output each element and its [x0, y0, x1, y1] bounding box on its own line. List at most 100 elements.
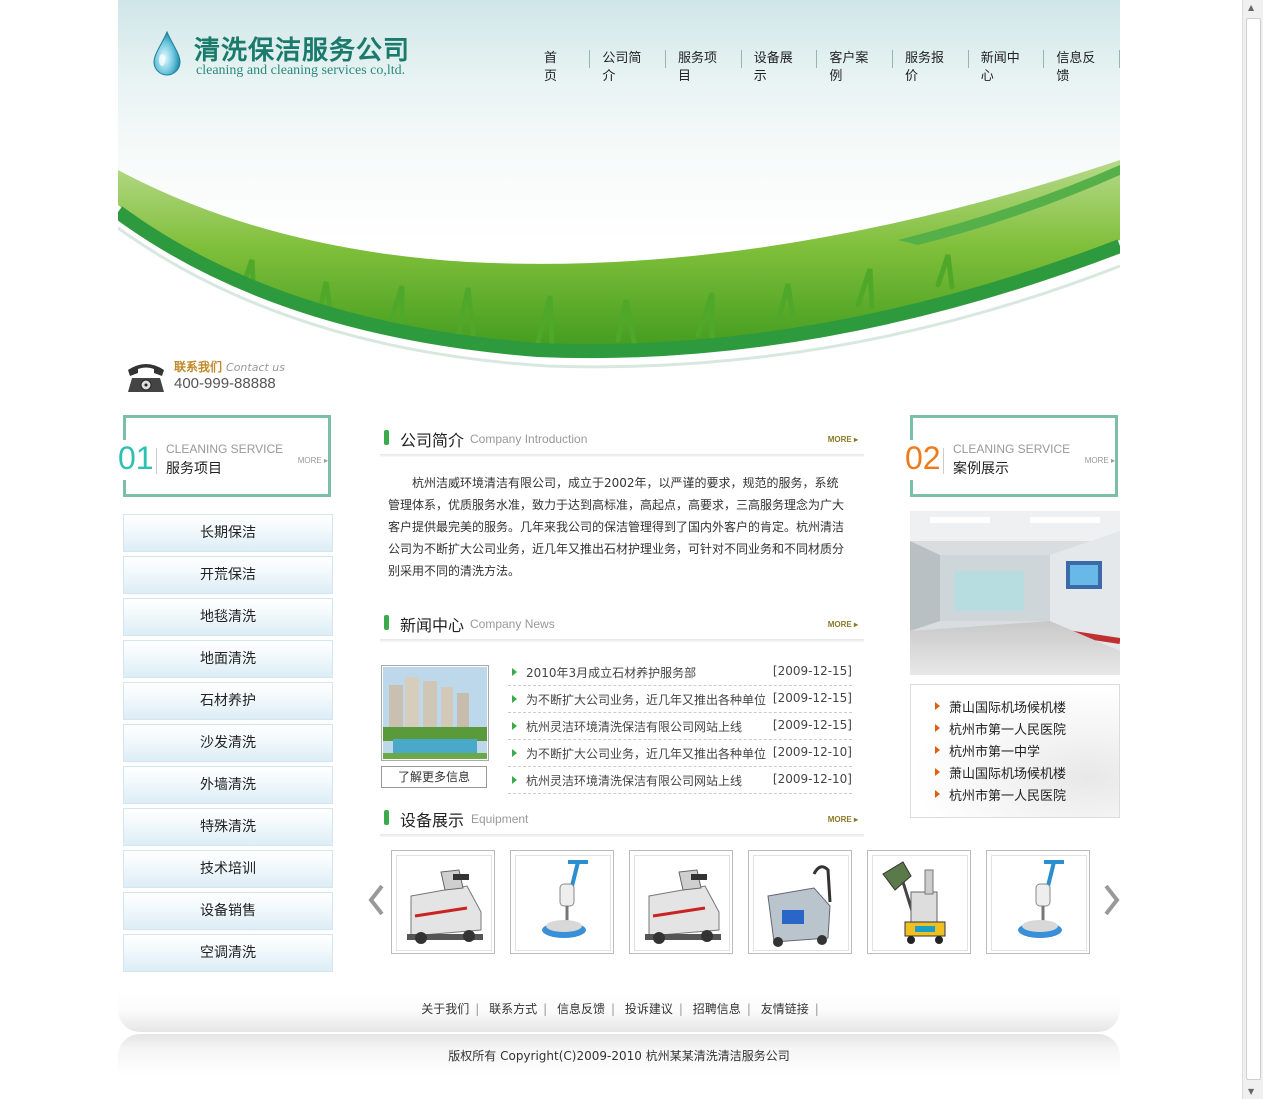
- nav-news[interactable]: 新闻中心: [969, 50, 1045, 84]
- case-item[interactable]: 杭州市第一中学: [911, 739, 1119, 761]
- footer-links-bar: 关于我们 | 联系方式 | 信息反馈 | 投诉建议 | 招聘信息 | 友情链接 |: [118, 990, 1120, 1032]
- equipment-item-polisher[interactable]: [986, 850, 1090, 954]
- service-item[interactable]: 开荒保洁: [123, 556, 333, 594]
- carpet-extractor-icon: [767, 865, 832, 947]
- page: 清洗保洁服务公司 cleaning and cleaning services …: [118, 0, 1120, 1099]
- news-list: 2010年3月成立石材养护服务部 [2009-12-15] 为不断扩大公司业务，近…: [508, 659, 852, 794]
- nav-pricing[interactable]: 服务报价: [893, 50, 969, 84]
- equipment-item-scrubber[interactable]: [391, 850, 495, 954]
- equipment-item-scrubber[interactable]: [629, 850, 733, 954]
- scrollbar-thumb[interactable]: [1246, 18, 1261, 1080]
- service-item[interactable]: 技术培训: [123, 850, 333, 888]
- news-heading: 新闻中心 Company News MORE ▸: [380, 603, 864, 642]
- heading-bar-icon: [384, 615, 389, 630]
- cases-heading-en: CLEANING SERVICE: [953, 442, 1071, 456]
- phone-number: 400-999-88888: [174, 375, 276, 392]
- intro-more-link[interactable]: MORE ▸: [828, 435, 858, 444]
- wall-cleaner-icon: [882, 861, 946, 944]
- bullet-triangle-icon: [935, 702, 940, 710]
- equipment-item-wallcleaner[interactable]: [867, 850, 971, 954]
- footer-link-friends[interactable]: 友情链接: [761, 1002, 809, 1016]
- bullet-triangle-icon: [512, 776, 517, 784]
- floor-polisher-icon: [1018, 860, 1064, 938]
- bullet-triangle-icon: [512, 695, 517, 703]
- scrubber-machine-icon: [645, 869, 721, 944]
- footer-links: 关于我们 | 联系方式 | 信息反馈 | 投诉建议 | 招聘信息 | 友情链接 |: [421, 1002, 819, 1016]
- nav-equipment[interactable]: 设备展示: [742, 50, 818, 84]
- services-more-link[interactable]: MORE ▸: [298, 456, 328, 465]
- news-more-link[interactable]: MORE ▸: [828, 620, 858, 629]
- case-item[interactable]: 杭州市第一人民医院: [911, 717, 1119, 739]
- main-nav: 首页 公司简介 服务项目 设备展示 客户案例 服务报价 新闻中心 信息反馈: [530, 50, 1120, 84]
- service-item[interactable]: 外墙清洗: [123, 766, 333, 804]
- bullet-triangle-icon: [512, 668, 517, 676]
- nav-feedback[interactable]: 信息反馈: [1044, 50, 1120, 84]
- telephone-icon: [128, 364, 164, 392]
- contact-label: 联系我们 Contact us: [174, 360, 286, 374]
- carousel-prev-arrow-icon[interactable]: [368, 884, 384, 916]
- cases-more-link[interactable]: MORE ▸: [1085, 456, 1115, 465]
- service-item[interactable]: 长期保洁: [123, 514, 333, 552]
- case-item[interactable]: 杭州市第一人民医院: [911, 783, 1119, 805]
- equipment-title: 设备展示: [400, 811, 465, 830]
- bullet-triangle-icon: [512, 722, 517, 730]
- footer-link-feedback[interactable]: 信息反馈: [557, 1002, 605, 1016]
- intro-title: 公司简介: [400, 431, 465, 450]
- news-item[interactable]: 为不断扩大公司业务，近几年又推出各种单位 [2009-12-10]: [508, 740, 852, 767]
- service-item[interactable]: 地面清洗: [123, 640, 333, 678]
- case-item[interactable]: 萧山国际机场候机楼: [911, 761, 1119, 783]
- service-item[interactable]: 特殊清洗: [123, 808, 333, 846]
- service-item[interactable]: 沙发清洗: [123, 724, 333, 762]
- equipment-item-extractor[interactable]: [748, 850, 852, 954]
- case-list: 萧山国际机场候机楼 杭州市第一人民医院 杭州市第一中学 萧山国际机场候机楼 杭州…: [910, 684, 1120, 818]
- scroll-down-arrow-icon[interactable]: ▼: [1248, 1087, 1254, 1096]
- header-banner: 清洗保洁服务公司 cleaning and cleaning services …: [118, 0, 1120, 400]
- bullet-triangle-icon: [512, 749, 517, 757]
- service-item[interactable]: 空调清洗: [123, 934, 333, 972]
- vertical-scrollbar[interactable]: ▲ ▼: [1242, 0, 1263, 1099]
- intro-heading: 公司简介 Company Introduction MORE ▸: [380, 418, 864, 457]
- news-more-button[interactable]: 了解更多信息: [381, 766, 487, 788]
- scroll-up-arrow-icon[interactable]: ▲: [1248, 3, 1254, 12]
- news-item[interactable]: 杭州灵洁环境清洗保洁有限公司网站上线 [2009-12-10]: [508, 767, 852, 794]
- service-item[interactable]: 地毯清洗: [123, 598, 333, 636]
- news-item[interactable]: 杭州灵洁环境清洗保洁有限公司网站上线 [2009-12-15]: [508, 713, 852, 740]
- contact-label-en: Contact us: [226, 361, 286, 374]
- equipment-title-en: Equipment: [471, 812, 529, 826]
- logo-title: 清洗保洁服务公司: [194, 36, 411, 66]
- case-lobby-image[interactable]: [910, 511, 1120, 675]
- heading-bar-icon: [384, 810, 389, 825]
- carousel-next-arrow-icon[interactable]: [1104, 884, 1120, 916]
- copyright-text: 版权所有 Copyright(C)2009-2010 杭州某某清洗清洁服务公司: [448, 1049, 790, 1063]
- water-drop-logo-icon: [153, 30, 181, 76]
- logo-subtitle: cleaning and cleaning services co,ltd.: [196, 63, 406, 78]
- services-heading-title: 服务项目: [166, 461, 222, 477]
- case-item[interactable]: 萧山国际机场候机楼: [911, 695, 1119, 717]
- bullet-triangle-icon: [935, 768, 940, 776]
- news-item[interactable]: 2010年3月成立石材养护服务部 [2009-12-15]: [508, 659, 852, 686]
- equipment-item-polisher[interactable]: [510, 850, 614, 954]
- footer-copyright-bar: 版权所有 Copyright(C)2009-2010 杭州某某清洗清洁服务公司: [118, 1034, 1120, 1076]
- heading-bar-icon: [384, 430, 389, 445]
- bullet-triangle-icon: [935, 724, 940, 732]
- equipment-heading: 设备展示 Equipment MORE ▸: [380, 798, 864, 837]
- news-thumbnail-image[interactable]: [381, 665, 489, 761]
- equipment-more-link[interactable]: MORE ▸: [828, 815, 858, 824]
- footer-link-complaint[interactable]: 投诉建议: [625, 1002, 673, 1016]
- cases-heading-title: 案例展示: [953, 461, 1009, 477]
- footer-link-about[interactable]: 关于我们: [421, 1002, 469, 1016]
- footer-link-jobs[interactable]: 招聘信息: [693, 1002, 741, 1016]
- nav-services[interactable]: 服务项目: [666, 50, 742, 84]
- services-heading-num: 01: [118, 440, 154, 476]
- intro-text: 杭州洁威环境清洁有限公司，成立于2002年，以严谨的要求，规范的服务，系统管理体…: [388, 476, 845, 578]
- service-item[interactable]: 设备销售: [123, 892, 333, 930]
- cases-heading-num: 02: [905, 440, 941, 476]
- nav-home[interactable]: 首页: [530, 50, 591, 84]
- news-title-en: Company News: [470, 617, 555, 631]
- footer-link-contact[interactable]: 联系方式: [489, 1002, 537, 1016]
- bullet-triangle-icon: [935, 746, 940, 754]
- news-item[interactable]: 为不断扩大公司业务，近几年又推出各种单位 [2009-12-15]: [508, 686, 852, 713]
- nav-about[interactable]: 公司简介: [590, 50, 667, 84]
- service-item[interactable]: 石材养护: [123, 682, 333, 720]
- nav-cases[interactable]: 客户案例: [817, 50, 894, 84]
